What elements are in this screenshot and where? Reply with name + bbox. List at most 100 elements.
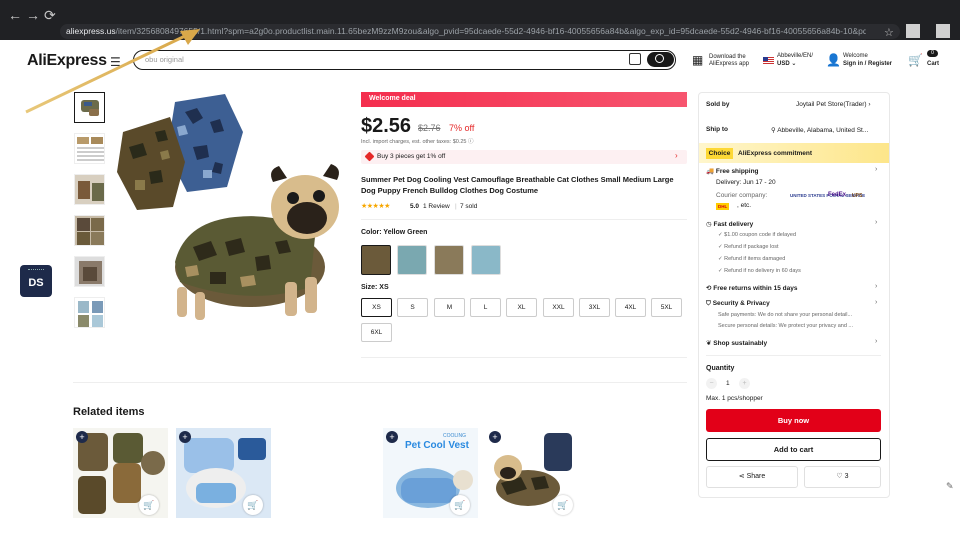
courier-label: Courier company:	[716, 192, 768, 199]
size-option[interactable]: M	[434, 298, 465, 317]
ship-to-label: Ship to	[706, 126, 729, 133]
product-thumbnail[interactable]	[74, 215, 105, 246]
divider	[73, 382, 687, 383]
cart-icon[interactable]: 🛒	[553, 495, 573, 515]
qr-code-icon[interactable]: ▦	[692, 53, 703, 67]
pencil-icon[interactable]: ✎	[946, 481, 954, 492]
user-icon[interactable]: 👤	[826, 53, 841, 67]
profile-icon[interactable]	[936, 24, 950, 38]
fedex-logo: FedEx	[828, 192, 847, 198]
quantity-value[interactable]: 1	[726, 380, 730, 387]
add-to-cart-icon[interactable]: +	[179, 431, 191, 443]
thumbnail-image	[75, 216, 104, 245]
choice-commitment: AliExpress commitment	[738, 150, 813, 157]
fast-delivery[interactable]: ◷ Fast delivery	[706, 220, 753, 228]
shield-icon: ⛉	[706, 300, 711, 307]
product-thumbnail[interactable]	[74, 92, 105, 123]
size-option[interactable]: XL	[506, 298, 537, 317]
reviews-link[interactable]: 1 Review	[423, 203, 450, 210]
product-thumbnail[interactable]	[74, 133, 105, 164]
free-returns[interactable]: ⟲ Free returns within 15 days	[706, 284, 797, 292]
buy-now-button[interactable]: Buy now	[706, 409, 881, 432]
share-icon: ⋖	[738, 473, 745, 480]
dhl-logo: DHL	[716, 203, 730, 210]
search-input[interactable]	[133, 50, 676, 70]
truck-icon: 🚚	[706, 168, 715, 175]
camera-search-icon[interactable]	[629, 53, 641, 65]
chevron-right-icon[interactable]: ›	[875, 338, 877, 345]
product-thumbnail[interactable]	[74, 256, 105, 287]
cart-icon[interactable]: 🛒	[139, 495, 159, 515]
seller-link[interactable]: Joytail Pet Store(Trader) ›	[796, 101, 871, 108]
courier-etc: , etc.	[737, 202, 752, 209]
thumbnail-image	[75, 175, 104, 204]
ups-logo: UPS	[852, 193, 863, 199]
search-icon	[655, 54, 664, 63]
ds-extension-widget[interactable]: DS	[20, 265, 52, 297]
cart-icon[interactable]: 🛒	[450, 495, 470, 515]
chevron-right-icon[interactable]: ›	[675, 151, 678, 160]
share-button[interactable]: ⋖ Share	[706, 466, 798, 488]
color-swatch[interactable]	[434, 245, 464, 275]
cart-label[interactable]: Cart	[927, 60, 939, 68]
add-to-cart-icon[interactable]: +	[76, 431, 88, 443]
divider-bar: |	[455, 203, 457, 210]
add-to-cart-icon[interactable]: +	[386, 431, 398, 443]
thumbnail-image	[75, 134, 104, 163]
leaf-icon: ❦	[706, 340, 712, 347]
divider	[361, 219, 687, 220]
free-shipping[interactable]: 🚚 Free shipping	[706, 167, 759, 175]
rating-stars: ★★★★★	[361, 203, 390, 210]
ship-to-location[interactable]: ⚲ Abbeville, Alabama, United St...	[771, 126, 868, 134]
cart-icon[interactable]: 🛒	[243, 495, 263, 515]
size-option[interactable]: 4XL	[615, 298, 646, 317]
choice-badge: Choice	[706, 148, 733, 159]
size-option[interactable]: L	[470, 298, 501, 317]
related-items-title: Related items	[73, 406, 145, 418]
shop-sustainably[interactable]: ❦ Shop sustainably	[706, 339, 767, 347]
quantity-increase-button[interactable]: +	[739, 378, 750, 389]
chevron-right-icon[interactable]: ›	[875, 166, 877, 173]
security-item: Secure personal details: We protect your…	[718, 323, 854, 329]
download-line2[interactable]: AliExpress app	[709, 60, 749, 68]
size-option[interactable]: 5XL	[651, 298, 682, 317]
fast-delivery-item: ✓ $1.00 coupon code if delayed	[718, 232, 797, 238]
delivery-date: Delivery: Jun 17 - 20	[716, 179, 776, 186]
reload-icon[interactable]: ⟳	[44, 8, 56, 22]
add-to-cart-button[interactable]: Add to cart	[706, 438, 881, 461]
color-swatch[interactable]	[397, 245, 427, 275]
size-option[interactable]: 6XL	[361, 323, 392, 342]
product-thumbnail[interactable]	[74, 297, 105, 328]
max-quantity-note: Max. 1 pcs/shopper	[706, 395, 763, 402]
locale-line1[interactable]: Abbeville/EN/	[777, 52, 813, 60]
welcome-text: Welcome	[843, 53, 868, 59]
cart-icon[interactable]: 🛒	[908, 53, 923, 67]
chevron-right-icon[interactable]: ›	[875, 283, 877, 290]
size-option[interactable]: XXL	[543, 298, 574, 317]
add-to-cart-icon[interactable]: +	[489, 431, 501, 443]
quantity-decrease-button[interactable]: −	[706, 378, 717, 389]
heart-icon: ♡	[836, 473, 843, 480]
extension-icon[interactable]	[906, 24, 920, 38]
security-privacy[interactable]: ⛉ Security & Privacy	[706, 300, 770, 308]
forward-icon[interactable]: →	[26, 8, 40, 22]
search-button[interactable]	[647, 52, 674, 67]
color-swatch[interactable]	[471, 245, 501, 275]
size-option[interactable]: 3XL	[579, 298, 610, 317]
color-swatch[interactable]	[361, 245, 391, 275]
size-option[interactable]: S	[397, 298, 428, 317]
chevron-right-icon[interactable]: ›	[875, 219, 877, 226]
promo-text[interactable]: Buy 3 pieces get 1% off	[377, 153, 445, 160]
main-product-image[interactable]	[115, 92, 345, 327]
back-icon[interactable]: ←	[8, 8, 22, 22]
currency-selector[interactable]: USD ⌄	[777, 60, 796, 68]
wishlist-button[interactable]: ♡ 3	[804, 466, 881, 488]
clock-icon: ◷	[706, 221, 712, 228]
sign-in-link[interactable]: Sign in / Register	[843, 60, 892, 68]
bookmark-star-icon[interactable]: ☆	[884, 26, 894, 39]
us-flag-icon	[763, 57, 774, 64]
chevron-right-icon[interactable]: ›	[875, 299, 877, 306]
location-pin-icon: ⚲	[771, 127, 776, 134]
product-thumbnail[interactable]	[74, 174, 105, 205]
size-option[interactable]: XS	[361, 298, 392, 317]
